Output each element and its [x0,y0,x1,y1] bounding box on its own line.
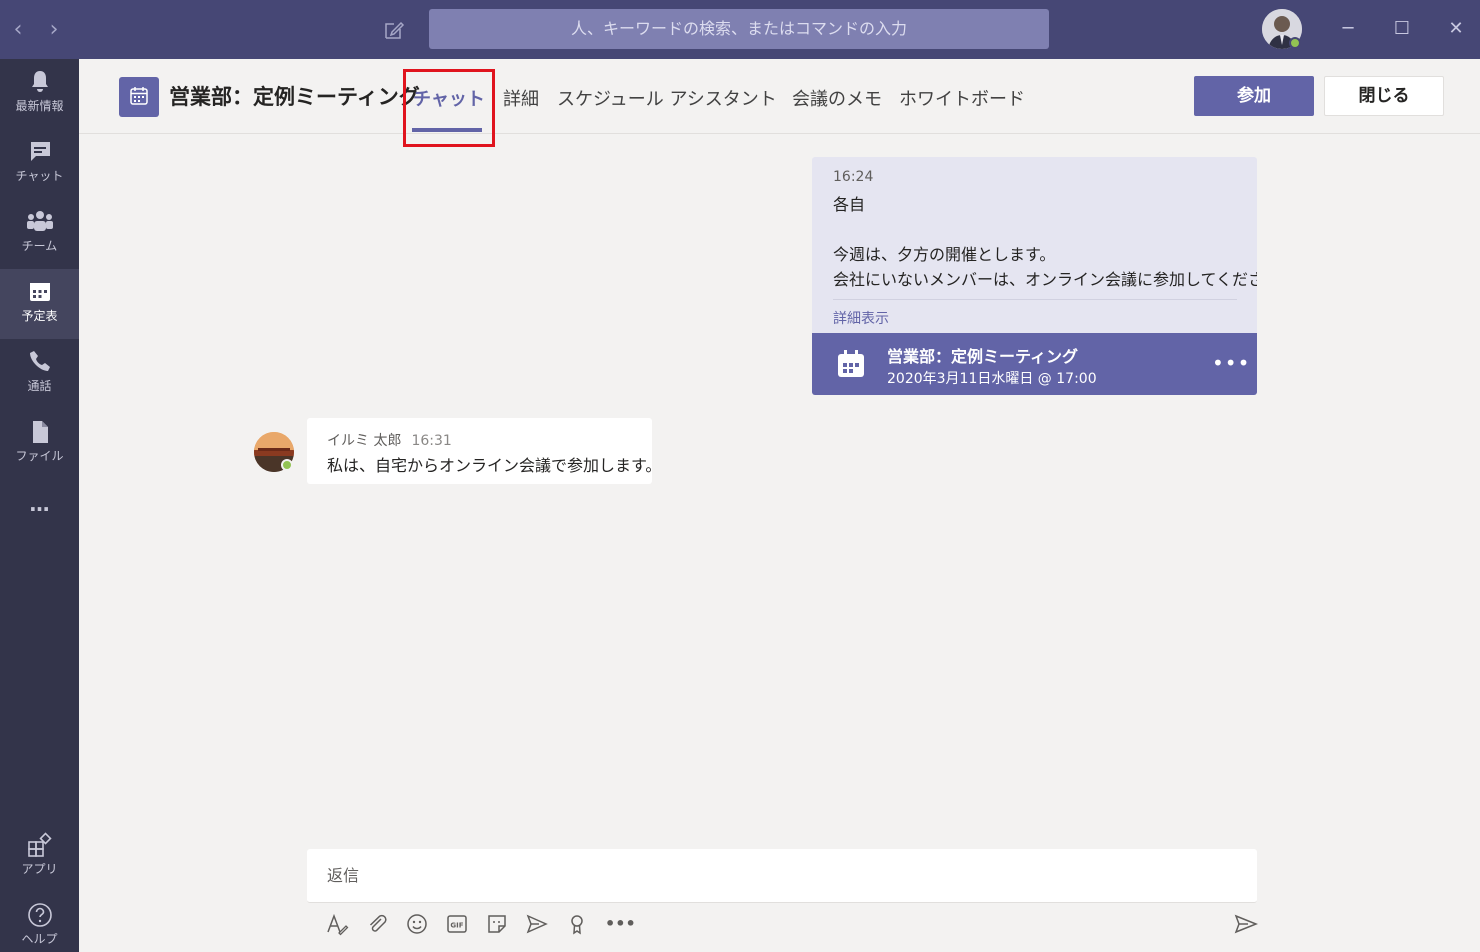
card-text-line: 各自 [833,195,866,214]
rail-label: 予定表 [21,309,58,323]
meeting-title: 営業部：定例ミーティング [887,347,1079,366]
rail-item-calendar[interactable]: 予定表 [0,269,79,339]
rail-label: ファイル [15,449,64,463]
phone-icon [29,351,50,371]
rail-label: アプリ [21,862,58,876]
meeting-header: 営業部：定例ミーティング チャット 詳細 スケジュール アシスタント 会議のメモ… [79,59,1480,147]
rail-item-help[interactable]: ヘルプ [0,892,79,952]
message-time: 16:31 [411,433,452,449]
message-author: イルミ 太郎 [327,433,402,449]
chat-icon [29,142,50,161]
maximize-icon[interactable]: ☐ [1389,16,1415,42]
rail-label: チャット [15,169,64,183]
reply-input[interactable]: 返信 [307,849,1257,903]
rail-item-apps[interactable]: アプリ [0,822,79,892]
sticker-icon[interactable] [485,912,509,936]
rail-more-icon[interactable]: … [0,489,79,539]
highlight-annotation [403,69,495,147]
card-text-line: 今週は、夕方の開催とします。 [833,245,1056,264]
message-text: 私は、自宅からオンライン会議で参加します。 [327,456,662,475]
forward-arrow-icon[interactable]: › [44,18,64,42]
praise-icon[interactable] [565,912,589,936]
tab-scheduling-assistant[interactable]: スケジュール アシスタント [557,85,777,111]
meeting-invite-card: 16:24 各自 今週は、夕方の開催とします。 会社にいないメンバーは、オンライ… [812,157,1257,395]
page-title: 営業部：定例ミーティング [169,85,420,109]
search-input[interactable]: 人、キーワードの検索、またはコマンドの入力 [429,9,1049,49]
tab-whiteboard[interactable]: ホワイトボード [899,85,1025,111]
more-options-icon[interactable]: ••• [1212,351,1250,375]
rail-label: 最新情報 [15,99,64,113]
join-button[interactable]: 参加 [1194,76,1314,116]
app-rail: 最新情報 チャット チーム 予定表 通話 ファイル … アプリ ヘルプ [0,59,79,952]
calendar-icon [836,349,866,379]
meeting-datetime: 2020年3月11日水曜日 @ 17:00 [887,371,1097,387]
format-icon[interactable] [325,912,349,936]
close-window-icon[interactable]: ✕ [1443,16,1469,42]
card-timestamp: 16:24 [833,169,874,185]
close-button[interactable]: 閉じる [1324,76,1444,116]
meeting-calendar-icon [119,77,159,117]
gif-icon[interactable]: GIF [445,912,469,936]
divider [833,299,1237,300]
rail-item-teams[interactable]: チーム [0,199,79,269]
attach-icon[interactable] [365,912,389,936]
more-options-icon[interactable]: ••• [605,912,636,936]
presence-available-icon [1289,37,1301,49]
apps-icon [27,832,52,857]
show-details-link[interactable]: 詳細表示 [833,308,889,328]
new-chat-compose-icon[interactable] [382,18,406,42]
card-text-line: 会社にいないメンバーは、オンライン会議に参加してください。 [833,270,1257,289]
presence-available-icon [281,459,293,471]
rail-item-chat[interactable]: チャット [0,129,79,199]
rail-label: チーム [21,239,58,253]
minimize-icon[interactable]: ─ [1335,16,1361,42]
bell-icon [31,71,48,92]
title-bar: ‹ › 人、キーワードの検索、またはコマンドの入力 ─ ☐ ✕ [0,0,1480,59]
file-icon [32,421,48,443]
rail-label: ヘルプ [21,932,58,946]
send-icon[interactable] [1234,912,1259,936]
tab-details[interactable]: 詳細 [503,85,539,111]
tab-meeting-notes[interactable]: 会議のメモ [792,85,882,111]
rail-label: 通話 [27,379,52,393]
emoji-icon[interactable] [405,912,429,936]
calendar-icon [29,283,50,301]
rail-item-files[interactable]: ファイル [0,409,79,479]
rail-item-activity[interactable]: 最新情報 [0,59,79,129]
message-meta: イルミ 太郎 16:31 [327,430,452,450]
svg-text:GIF: GIF [450,922,463,930]
back-arrow-icon[interactable]: ‹ [8,18,28,42]
schedule-meeting-icon[interactable] [525,912,549,936]
rail-item-calls[interactable]: 通話 [0,339,79,409]
meeting-card-footer[interactable]: 営業部：定例ミーティング 2020年3月11日水曜日 @ 17:00 ••• [812,333,1257,395]
help-icon [27,903,52,927]
chat-message[interactable]: イルミ 太郎 16:31 私は、自宅からオンライン会議で参加します。 [307,418,661,484]
teams-icon [26,211,53,231]
